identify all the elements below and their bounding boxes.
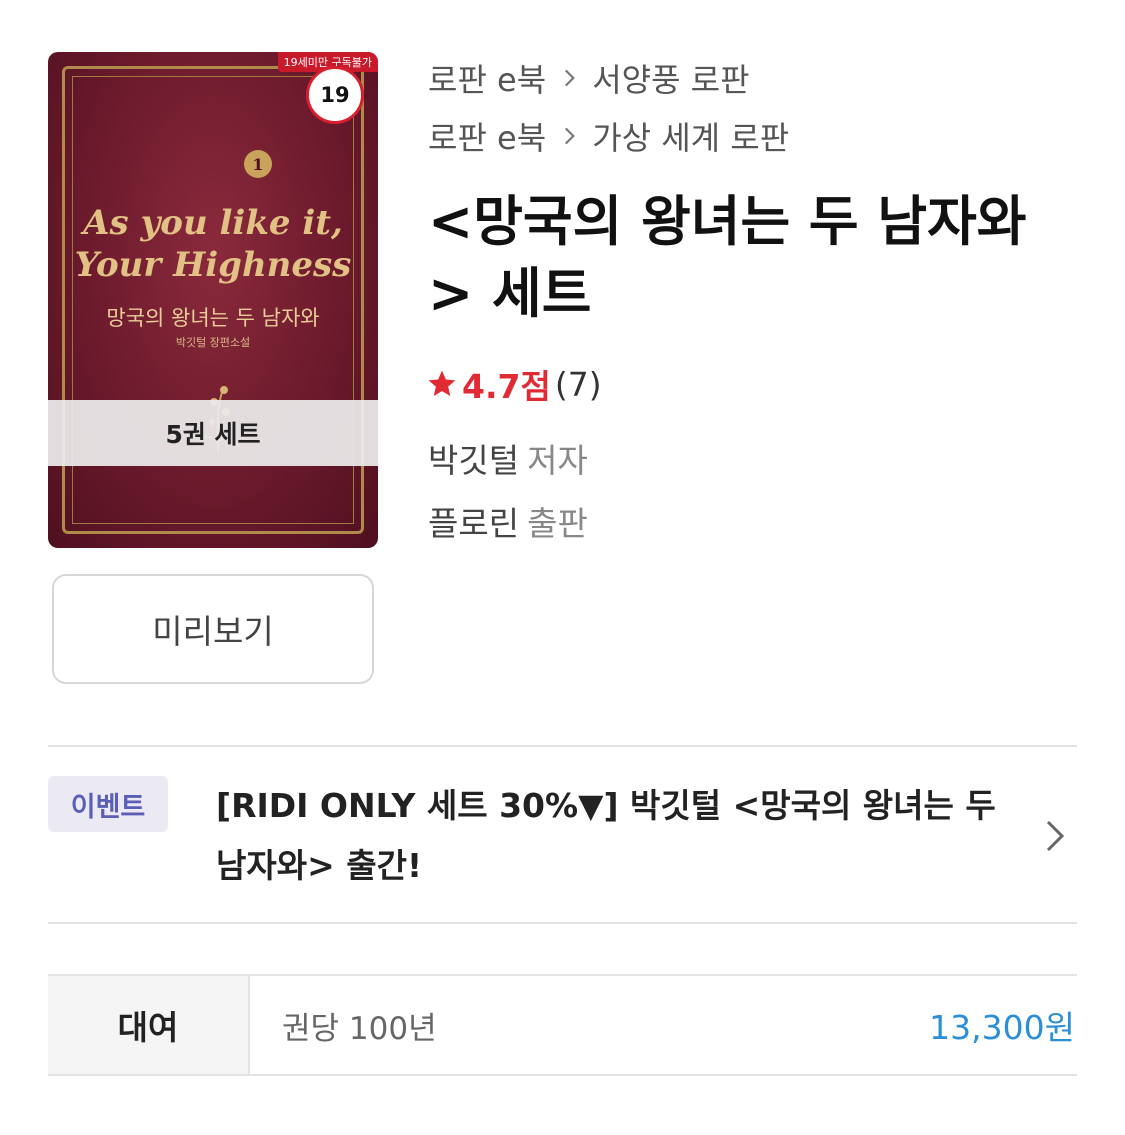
publisher-name[interactable]: 플로린 [428,504,519,543]
event-banner-text[interactable]: [RIDI ONLY 세트 30%▼] 박깃털 <망국의 왕녀는 두 남자와> … [216,776,1016,896]
preview-button[interactable]: 미리보기 [52,574,374,684]
cover-volume-mark: 1 [244,150,272,178]
breadcrumb-subcategory[interactable]: 서양풍 로판 [592,55,749,101]
chevron-right-icon [565,69,576,87]
divider [48,922,1077,924]
chevron-right-icon [565,127,576,145]
rental-label: 대여 [48,976,250,1074]
author-name[interactable]: 박깃털 [428,441,519,480]
author-role: 저자 [527,441,588,480]
breadcrumb: 로판 e북 가상 세계 로판 [428,113,789,159]
publisher-info: 플로린 출판 [428,497,588,545]
cover-title-korean: 망국의 왕녀는 두 남자와 [106,306,320,330]
divider [48,745,1077,747]
author-info: 박깃털 저자 [428,434,588,482]
age-19-badge: 19 [306,66,364,124]
book-title: <망국의 왕녀는 두 남자와 > 세트 [428,190,1027,325]
rental-price: 13,300원 [929,1008,1075,1047]
rental-option-row[interactable]: 대여 권당 100년 13,300원 [48,974,1077,1076]
set-count-label: 5권 세트 [48,400,378,466]
event-tag: 이벤트 [48,776,168,832]
cover-title-english: As you like it, Your Highness [74,203,352,285]
rating[interactable]: 4.7점 (7) [426,360,602,408]
star-icon [428,370,456,396]
breadcrumb-category[interactable]: 로판 e북 [428,113,546,159]
breadcrumb-category[interactable]: 로판 e북 [428,55,546,101]
cover-author-line: 박깃털 장편소설 [175,336,251,349]
rating-score: 4.7점 [462,367,551,406]
breadcrumb-subcategory[interactable]: 가상 세계 로판 [592,113,789,159]
book-cover[interactable]: 1 As you like it, Your Highness 망국의 왕녀는 … [48,52,378,548]
arrow-right-icon[interactable] [1040,816,1070,856]
rental-period: 권당 100년 [282,1010,437,1047]
rating-count: (7) [554,364,602,404]
breadcrumb: 로판 e북 서양풍 로판 [428,55,750,101]
publisher-role: 출판 [527,504,588,543]
